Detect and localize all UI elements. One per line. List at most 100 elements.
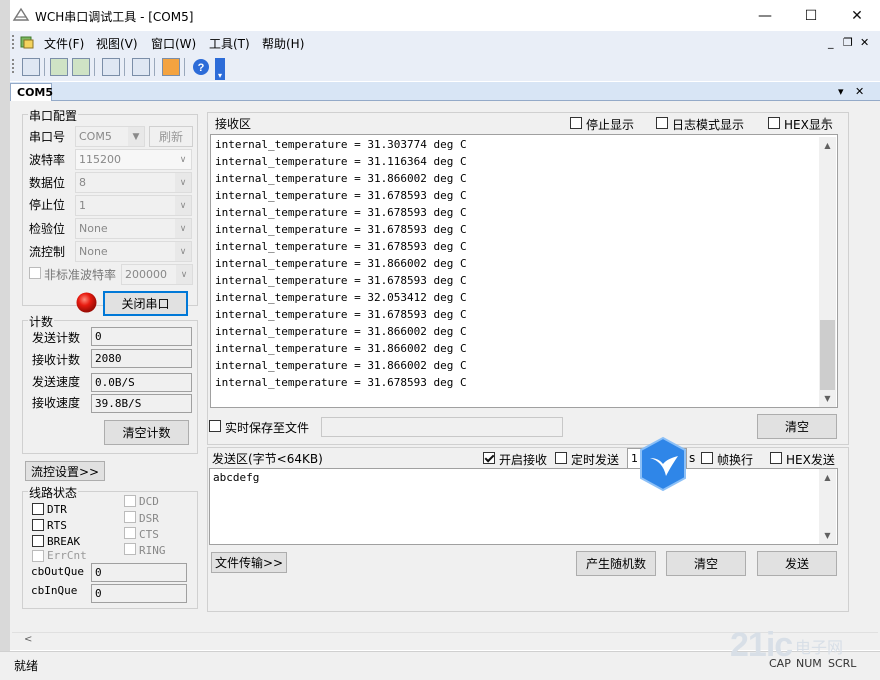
receive-line: internal_temperature = 31.678593 deg C <box>215 274 467 287</box>
close-button[interactable]: ✕ <box>834 0 880 31</box>
ring-indicator <box>124 543 136 555</box>
tab-com5[interactable]: COM5 <box>10 83 53 101</box>
background-strip <box>0 0 10 680</box>
rts-checkbox[interactable] <box>32 519 44 531</box>
receive-line: internal_temperature = 31.866002 deg C <box>215 342 467 355</box>
device-icon[interactable] <box>132 58 150 76</box>
stopbits-value: 1 <box>79 199 86 212</box>
maximize-button[interactable]: ☐ <box>788 0 834 31</box>
timed-interval-unit: s <box>689 451 696 465</box>
clear-send-button[interactable]: 清空 <box>666 551 746 576</box>
nonstd-baud-checkbox[interactable] <box>29 267 41 279</box>
sent-count-label: 发送计数 <box>32 331 81 345</box>
timed-send-checkbox[interactable] <box>555 452 567 464</box>
document-tabstrip <box>10 82 880 101</box>
stopbits-select[interactable]: 1 ∨ <box>75 195 192 216</box>
refresh-button[interactable]: 刷新 <box>149 126 193 147</box>
flow-label: 流控制 <box>29 245 66 259</box>
tab-close-button[interactable]: ✕ <box>855 85 864 98</box>
chevron-down-icon: ∨ <box>175 173 191 192</box>
toolbar-grip <box>12 59 16 73</box>
sent-count-field: 0 <box>91 327 192 346</box>
frame-newline-checkbox[interactable] <box>701 452 713 464</box>
menu-help[interactable]: 帮助(H) <box>262 35 304 52</box>
flow-settings-button[interactable]: 流控设置>> <box>25 461 105 481</box>
panel-collapse-icon[interactable]: ▲ <box>822 115 828 124</box>
watermark-text: 电子网 <box>795 638 844 657</box>
scroll-down-icon[interactable]: ▼ <box>819 390 836 407</box>
send-textarea[interactable] <box>209 468 838 545</box>
new-icon[interactable] <box>22 58 40 76</box>
parity-select[interactable]: None ∨ <box>75 218 192 239</box>
errcnt-checkbox <box>32 550 44 562</box>
chevron-down-icon: ▼ <box>128 127 144 146</box>
minimize-button[interactable]: — <box>742 0 788 31</box>
mdi-close-button[interactable]: ✕ <box>860 36 869 49</box>
split-horizontal-icon[interactable] <box>50 58 68 76</box>
recv-count-label: 接收计数 <box>32 353 81 367</box>
save-file-path-field[interactable] <box>321 417 563 437</box>
hex-send-label: HEX发送 <box>786 453 835 467</box>
calculator-icon[interactable] <box>102 58 120 76</box>
baud-select[interactable]: 115200 ∨ <box>75 149 192 170</box>
scroll-up-icon[interactable]: ▲ <box>819 137 836 154</box>
flow-select[interactable]: None ∨ <box>75 241 192 262</box>
dtr-checkbox[interactable] <box>32 503 44 515</box>
close-port-button[interactable]: 关闭串口 <box>103 291 188 316</box>
clear-count-button[interactable]: 清空计数 <box>104 420 189 445</box>
counter-title: 计数 <box>28 313 55 330</box>
dsr-label: DSR <box>139 512 159 525</box>
dtr-label: DTR <box>47 503 67 516</box>
send-button[interactable]: 发送 <box>757 551 837 576</box>
help-icon[interactable]: ? <box>192 58 210 76</box>
nonstd-baud-select[interactable]: 200000 ∨ <box>121 264 193 285</box>
mdi-minimize-button[interactable]: _ <box>828 36 834 49</box>
save-to-file-checkbox[interactable] <box>209 420 221 432</box>
scroll-left-icon[interactable]: < <box>24 634 32 645</box>
toolbar-separator <box>154 58 155 76</box>
mdi-restore-button[interactable]: ❐ <box>843 36 853 49</box>
enable-receive-checkbox[interactable] <box>483 452 495 464</box>
port-select[interactable]: COM5 ▼ <box>75 126 145 147</box>
blue-bird-badge-icon[interactable] <box>638 436 688 492</box>
nonstd-baud-label: 非标准波特率 <box>44 268 117 282</box>
receive-line: internal_temperature = 31.678593 deg C <box>215 189 467 202</box>
window-title: WCH串口调试工具 - [COM5] <box>35 10 194 24</box>
toolbar-overflow-button[interactable]: ▾ <box>215 58 225 80</box>
hex-display-checkbox[interactable] <box>768 117 780 129</box>
hex-send-checkbox[interactable] <box>770 452 782 464</box>
scroll-down-icon[interactable]: ▼ <box>819 527 836 544</box>
receive-line: internal_temperature = 31.678593 deg C <box>215 223 467 236</box>
menu-tools[interactable]: 工具(T) <box>209 35 250 52</box>
split-vertical-icon[interactable] <box>72 58 90 76</box>
receive-line: internal_temperature = 31.303774 deg C <box>215 138 467 151</box>
receive-title: 接收区 <box>215 117 252 131</box>
chevron-down-icon: ∨ <box>175 242 191 261</box>
dsr-indicator <box>124 511 136 523</box>
databits-select[interactable]: 8 ∨ <box>75 172 192 193</box>
file-transfer-button[interactable]: 文件传输>> <box>211 552 287 573</box>
baud-value: 115200 <box>79 153 121 166</box>
toolbar-separator <box>124 58 125 76</box>
receive-scroll-thumb[interactable] <box>820 320 835 390</box>
menu-view[interactable]: 视图(V) <box>96 35 138 52</box>
stop-display-checkbox[interactable] <box>570 117 582 129</box>
tab-list-button[interactable]: ▾ <box>838 85 844 98</box>
receive-line: internal_temperature = 31.678593 deg C <box>215 206 467 219</box>
upload-icon[interactable] <box>162 58 180 76</box>
document-icon <box>20 36 34 49</box>
recv-count-field: 2080 <box>91 349 192 368</box>
menu-window[interactable]: 窗口(W) <box>151 35 196 52</box>
random-button[interactable]: 产生随机数 <box>576 551 656 576</box>
status-text: 就绪 <box>14 659 39 673</box>
scroll-up-icon[interactable]: ▲ <box>819 469 836 486</box>
menu-file[interactable]: 文件(F) <box>44 35 84 52</box>
clear-receive-button[interactable]: 清空 <box>757 414 837 439</box>
log-mode-checkbox[interactable] <box>656 117 668 129</box>
scrl-indicator: SCRL <box>828 657 857 670</box>
caps-indicator: CAP <box>769 657 791 670</box>
port-label: 串口号 <box>29 130 66 144</box>
break-checkbox[interactable] <box>32 535 44 547</box>
send-speed-label: 发送速度 <box>32 375 81 389</box>
port-value: COM5 <box>79 130 112 143</box>
